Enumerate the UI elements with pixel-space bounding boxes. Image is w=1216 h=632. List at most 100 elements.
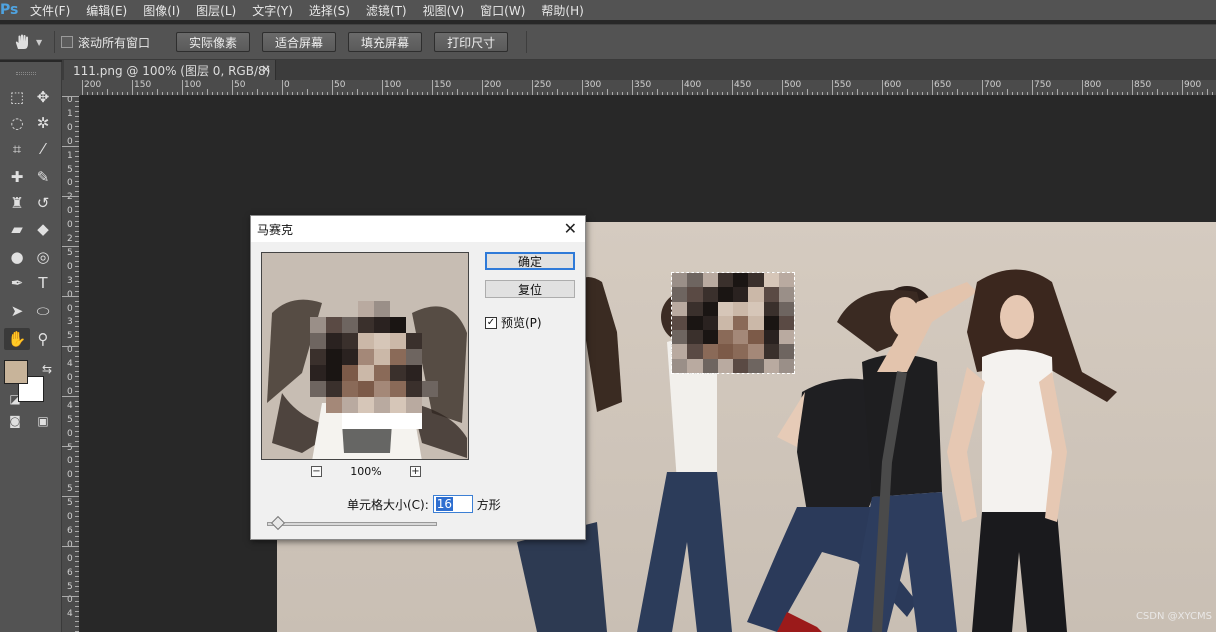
- mosaic-cell: [778, 301, 794, 316]
- reset-button[interactable]: 复位: [485, 280, 575, 298]
- preview-mosaic-cell: [454, 349, 468, 365]
- preview-mosaic-cell: [390, 285, 406, 301]
- preview-mosaic-cell: [390, 397, 406, 413]
- preview-mosaic-cell: [310, 317, 326, 333]
- ruler-minor-tick: [62, 496, 79, 497]
- magic-wand-icon[interactable]: ✲: [30, 112, 56, 134]
- screen-mode-icon[interactable]: ▣: [30, 410, 56, 432]
- move-icon[interactable]: ✥: [30, 86, 56, 108]
- ruler-label: 0: [67, 539, 73, 550]
- quick-mask-icon[interactable]: ◙: [2, 410, 28, 432]
- preview-mosaic-cell: [390, 381, 406, 397]
- marquee-icon[interactable]: ⬚: [4, 86, 30, 108]
- preview-mosaic-cell: [390, 253, 406, 269]
- preview-mosaic-cell: [310, 397, 326, 413]
- close-icon[interactable]: ✕: [564, 219, 577, 238]
- menu-help[interactable]: 帮助(H): [541, 2, 583, 19]
- eyedropper-icon[interactable]: ⁄: [30, 138, 56, 160]
- preview-mosaic-cell: [438, 381, 454, 397]
- actual-pixels-button[interactable]: 实际像素: [176, 32, 251, 52]
- history-brush-icon[interactable]: ↺: [30, 192, 56, 214]
- preview-mosaic-cell: [294, 397, 310, 413]
- mosaic-cell: [733, 301, 749, 316]
- type-icon[interactable]: T: [30, 272, 56, 294]
- preview-mosaic-cell: [310, 285, 326, 301]
- checkbox-check-icon[interactable]: ✓: [485, 316, 497, 329]
- paint-bucket-icon[interactable]: ◆: [30, 218, 56, 240]
- menu-filter[interactable]: 滤镜(T): [366, 2, 407, 19]
- document-tab[interactable]: 111.png @ 100% (图层 0, RGB/8) ×: [64, 60, 276, 80]
- healing-brush-icon[interactable]: ✚: [4, 166, 30, 188]
- preview-mosaic-cell: [294, 269, 310, 285]
- print-size-button[interactable]: 打印尺寸: [434, 32, 509, 52]
- preview-mosaic-cell: [294, 445, 310, 459]
- ellipse-icon[interactable]: ⬭: [30, 300, 56, 322]
- menu-window[interactable]: 窗口(W): [480, 2, 525, 19]
- menu-image[interactable]: 图像(I): [143, 2, 180, 19]
- ruler-label: 5: [67, 331, 73, 342]
- menu-select[interactable]: 选择(S): [309, 2, 350, 19]
- ruler-tick: [182, 80, 183, 95]
- menu-file[interactable]: 文件(F): [30, 2, 70, 19]
- ruler-label: 100: [384, 80, 402, 90]
- preview-checkbox[interactable]: ✓ 预览(P): [485, 314, 542, 331]
- checkbox-box[interactable]: [61, 36, 73, 48]
- mosaic-cell: [717, 315, 733, 331]
- panel-grip[interactable]: [16, 72, 36, 75]
- fill-screen-button[interactable]: 填充屏幕: [348, 32, 423, 52]
- brush-icon[interactable]: ✎: [30, 166, 56, 188]
- dialog-title: 马赛克: [257, 222, 294, 237]
- preview-mosaic-cell: [422, 269, 438, 285]
- filter-preview[interactable]: [261, 252, 469, 460]
- ruler-tick: [1132, 80, 1133, 95]
- ruler-label: 250: [534, 80, 552, 90]
- ruler-tick: [582, 80, 583, 95]
- pixelated-selection[interactable]: [671, 272, 795, 374]
- zoom-in-button[interactable]: +: [409, 465, 421, 477]
- eraser-icon[interactable]: ▰: [4, 218, 30, 240]
- preview-mosaic-cell: [278, 413, 294, 429]
- dialog-title-bar[interactable]: 马赛克 ✕: [251, 216, 585, 242]
- scroll-all-windows-checkbox[interactable]: 滚动所有窗口: [61, 34, 150, 51]
- mosaic-cell: [687, 344, 703, 359]
- menu-layer[interactable]: 图层(L): [196, 2, 236, 19]
- foreground-color-swatch[interactable]: [4, 360, 28, 384]
- preview-mosaic-cell: [294, 413, 310, 429]
- blur-icon[interactable]: ●: [4, 246, 30, 268]
- ruler-minor-tick: [1107, 89, 1108, 95]
- hand-tool-preset-icon[interactable]: [8, 30, 36, 54]
- preview-mosaic-cell: [278, 333, 294, 349]
- preview-mosaic-cell: [326, 445, 342, 459]
- zoom-icon[interactable]: ⚲: [30, 328, 56, 350]
- zoom-out-button[interactable]: −: [311, 465, 322, 477]
- cell-size-slider[interactable]: [267, 522, 437, 526]
- clone-stamp-icon[interactable]: ♜: [4, 192, 30, 214]
- cell-size-slider-thumb[interactable]: [270, 515, 286, 531]
- cell-size-input[interactable]: 16: [432, 495, 473, 513]
- menu-view[interactable]: 视图(V): [423, 2, 465, 19]
- fit-screen-button[interactable]: 适合屏幕: [262, 32, 337, 52]
- menu-edit[interactable]: 编辑(E): [86, 2, 127, 19]
- preview-mosaic-cell: [422, 381, 438, 397]
- document-tab-title: 111.png @ 100% (图层 0, RGB/8): [73, 63, 271, 78]
- mosaic-cell: [672, 287, 688, 302]
- close-icon[interactable]: ×: [261, 62, 271, 76]
- lasso-icon[interactable]: ◌: [4, 112, 30, 134]
- ruler-label: 100: [184, 80, 202, 90]
- preview-mosaic-cell: [422, 349, 438, 365]
- preview-mosaic-cell: [310, 381, 326, 397]
- ruler-tick: [482, 80, 483, 95]
- preview-mosaic-cell: [422, 333, 438, 349]
- caret-down-icon[interactable]: ▼: [36, 38, 48, 47]
- pen-icon[interactable]: ✒: [4, 272, 30, 294]
- hand-icon[interactable]: ✋: [4, 328, 30, 350]
- ruler-minor-tick: [107, 89, 108, 95]
- preview-mosaic-cell: [358, 381, 374, 397]
- ok-button[interactable]: 确定: [485, 252, 575, 270]
- menu-type[interactable]: 文字(Y): [252, 2, 293, 19]
- preview-mosaic-cell: [454, 301, 468, 317]
- preview-mosaic-cell: [454, 285, 468, 301]
- crop-icon[interactable]: ⌗: [4, 138, 30, 160]
- path-selection-icon[interactable]: ➤: [4, 300, 30, 322]
- dodge-icon[interactable]: ◎: [30, 246, 56, 268]
